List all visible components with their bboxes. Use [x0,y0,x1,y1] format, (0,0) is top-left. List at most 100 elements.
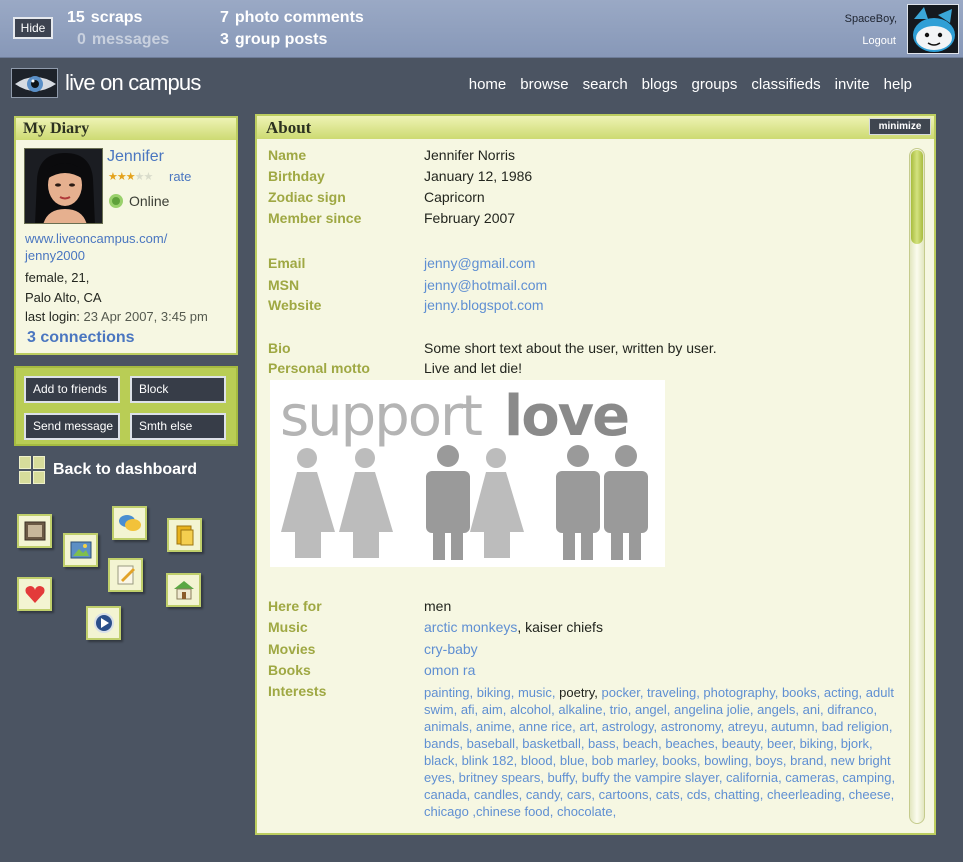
profile-url-line2: jenny2000 [25,248,85,263]
smth-else-button[interactable]: Smth else [130,413,226,440]
messages-link[interactable]: 0 messages [77,31,169,49]
back-to-dashboard-label: Back to dashboard [53,461,198,478]
interests-links-a[interactable]: painting, biking, music, [424,685,556,700]
nav-help[interactable]: help [884,76,912,93]
back-to-dashboard-link[interactable]: Back to dashboard [19,456,197,484]
bio-value: Some short text about the user, written … [424,340,717,356]
books-label: Books [268,662,311,678]
messages-count: 0 [77,31,86,48]
online-status-text: Online [129,193,170,209]
about-scrollbar[interactable] [909,148,925,824]
about-panel: About minimize Name Jennifer Norris Birt… [255,114,936,835]
connections-link[interactable]: 3 connections [27,329,135,347]
heart-icon[interactable] [17,577,52,611]
birthday-label: Birthday [268,168,325,184]
scrollbar-thumb[interactable] [911,150,923,244]
profile-url-line1: www.liveoncampus.com/ [25,231,168,246]
send-message-button[interactable]: Send message [24,413,120,440]
photo-frame-icon[interactable] [17,514,52,548]
photo-album-icon[interactable] [63,533,98,567]
nav-search[interactable]: search [583,76,628,93]
main-nav: home browse search blogs groups classifi… [469,76,912,93]
movies-label: Movies [268,641,316,657]
music-value: arctic monkeys, kaiser chiefs [424,619,603,635]
photo-comments-count: 7 [220,9,229,26]
block-button[interactable]: Block [130,376,226,403]
hide-button[interactable]: Hide [13,17,53,39]
rating-stars: ★★★★★ [108,170,154,183]
location: Palo Alto, CA [25,290,102,305]
folder-icon[interactable] [167,518,202,552]
nav-classifieds[interactable]: classifieds [751,76,820,93]
interests-label: Interests [268,683,327,699]
site-logo[interactable]: live on campus [11,68,201,98]
nav-groups[interactable]: groups [692,76,738,93]
last-login-value: 23 Apr 2007, 3:45 pm [83,309,208,324]
profile-url-link[interactable]: www.liveoncampus.com/ jenny2000 [25,230,167,264]
support-word: support [280,384,482,449]
zodiac-label: Zodiac sign [268,189,346,205]
msn-link[interactable]: jenny@hotmail.com [424,277,547,293]
scraps-count: 15 [67,9,85,26]
interests-links-b[interactable]: pocker, traveling, photography, books, a… [424,685,895,819]
user-avatar[interactable] [907,4,959,54]
email-label: Email [268,255,306,271]
music-link[interactable]: arctic monkeys [424,619,517,635]
member-since-value: February 2007 [424,210,516,226]
scraps-label: scraps [90,9,143,26]
minimize-button[interactable]: minimize [869,118,931,135]
scraps-link[interactable]: 15 scraps [67,9,142,27]
chat-bubbles-icon[interactable] [112,506,147,540]
email-link[interactable]: jenny@gmail.com [424,255,535,271]
current-user-name: SpaceBoy, [844,13,897,25]
movies-link[interactable]: cry-baby [424,641,478,657]
online-status-icon [109,194,123,208]
motto-label: Personal motto [268,360,370,376]
profile-name[interactable]: Jennifer [107,148,164,166]
diary-card: My Diary Jennifer ★★★★★ rate Online www.… [14,116,238,355]
group-posts-label: group posts [234,31,328,48]
video-play-icon[interactable] [86,606,121,640]
motto-value: Live and let die! [424,360,523,376]
house-icon[interactable] [166,573,201,607]
nav-blogs[interactable]: blogs [642,76,678,93]
rating-stars-empty: ★★ [134,171,154,183]
name-label: Name [268,147,307,163]
books-link[interactable]: omon ra [424,662,475,678]
nav-home[interactable]: home [469,76,507,93]
dashboard-grid-icon [19,456,45,484]
messages-label: messages [91,31,170,48]
photo-comments-link[interactable]: 7 photo comments [220,9,364,27]
member-since-label: Member since [268,210,362,226]
here-for-value: men [424,598,452,614]
about-title: About [257,116,934,139]
group-posts-count: 3 [220,31,229,48]
last-login-label: last login: [25,309,80,324]
profile-actions: Add to friends Block Send message Smth e… [14,366,238,446]
music-rest: , kaiser chiefs [517,619,603,635]
interests-list[interactable]: painting, biking, music, poetry, pocker,… [424,684,909,820]
notepad-icon[interactable] [108,558,143,592]
interests-plain: poetry, [555,685,602,700]
nav-invite[interactable]: invite [835,76,870,93]
logout-link[interactable]: Logout [862,35,896,47]
rating-stars-filled: ★★★ [108,171,136,183]
photo-comments-label: photo comments [234,9,364,26]
gender-age: female, 21, [25,270,90,285]
add-to-friends-button[interactable]: Add to friends [24,376,120,403]
love-word: love [504,384,628,449]
name-value: Jennifer Norris [424,147,516,163]
website-link[interactable]: jenny.blogspot.com [424,297,544,313]
profile-photo[interactable] [24,148,103,224]
rate-link[interactable]: rate [169,169,191,184]
music-label: Music [268,619,308,635]
nav-browse[interactable]: browse [520,76,568,93]
logo-text: live on campus [65,70,201,95]
group-posts-link[interactable]: 3 group posts [220,31,327,49]
msn-label: MSN [268,277,300,293]
zodiac-value: Capricorn [424,189,485,205]
last-login: last login: 23 Apr 2007, 3:45 pm [25,309,208,324]
eye-logo-icon [11,68,58,98]
website-label: Website [268,297,322,313]
diary-title: My Diary [16,118,236,140]
